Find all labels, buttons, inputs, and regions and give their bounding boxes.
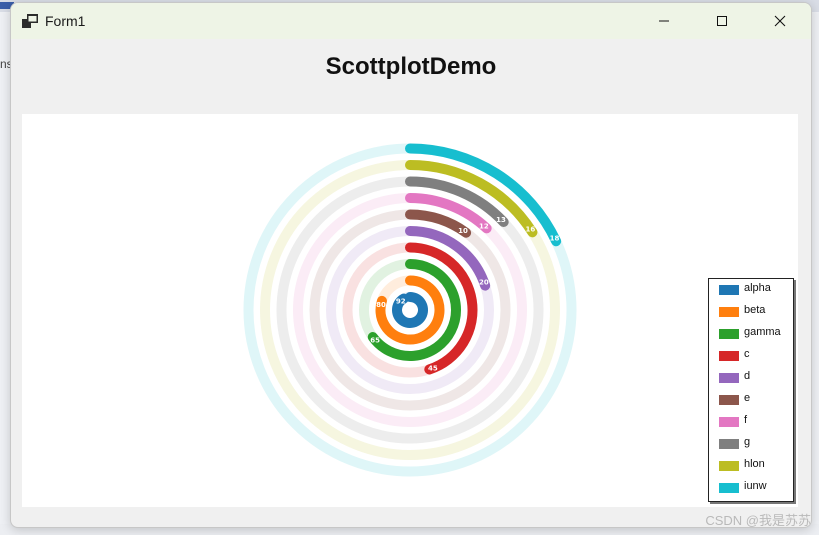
legend-item-hlon: hlon: [709, 455, 793, 477]
legend-label: hlon: [744, 458, 765, 470]
legend-item-g: g: [709, 433, 793, 455]
gauge-value-label-g: 13: [496, 216, 506, 224]
legend-swatch: [719, 417, 739, 427]
legend-swatch: [719, 373, 739, 383]
legend-swatch: [719, 329, 739, 339]
plot-area[interactable]: 92 80 65 45 20 10 12 13 16 18: [22, 114, 798, 507]
legend-item-iunw: iunw: [709, 477, 793, 499]
legend-label: beta: [744, 304, 766, 316]
legend-item-beta: beta: [709, 301, 793, 323]
legend-label: f: [744, 414, 748, 426]
gauge-value-label-iunw: 18: [550, 234, 560, 242]
legend-item-d: d: [709, 367, 793, 389]
legend-label: iunw: [744, 480, 767, 492]
close-icon: [774, 15, 786, 27]
gauge-value-label-e: 10: [458, 227, 468, 235]
gauge-value-label-f: 12: [479, 222, 489, 230]
legend-swatch: [719, 439, 739, 449]
legend-item-alpha: alpha: [709, 279, 793, 301]
app-window-icon: [22, 14, 38, 28]
legend-swatch: [719, 351, 739, 361]
legend-label: c: [744, 348, 750, 360]
legend-item-f: f: [709, 411, 793, 433]
legend-swatch: [719, 483, 739, 493]
legend-item-gamma: gamma: [709, 323, 793, 345]
legend-item-e: e: [709, 389, 793, 411]
close-button[interactable]: [751, 3, 809, 39]
app-window: Form1 ScottplotDemo 92 80 65 45 20 10 12 13 16 18…: [10, 2, 812, 528]
gauge-value-label-c: 45: [428, 365, 438, 373]
legend-swatch: [719, 307, 739, 317]
watermark: CSDN @我是苏苏: [705, 513, 811, 528]
minimize-button[interactable]: [635, 3, 693, 39]
title-bar[interactable]: Form1: [11, 3, 811, 39]
maximize-button[interactable]: [693, 3, 751, 39]
legend-label: d: [744, 370, 751, 382]
legend-label: alpha: [744, 282, 771, 294]
legend-swatch: [719, 395, 739, 405]
legend-item-c: c: [709, 345, 793, 367]
gauge-value-label-beta: 80: [376, 301, 386, 309]
gauge-value-label-hlon: 16: [525, 226, 535, 234]
window-title: Form1: [45, 13, 86, 29]
legend-label: g: [744, 436, 751, 448]
page-title: ScottplotDemo: [325, 53, 497, 80]
chart-legend: alpha beta gamma c d e f g hlon iunw: [708, 278, 794, 502]
gauge-value-label-alpha: 92: [396, 297, 406, 305]
maximize-icon: [717, 16, 727, 26]
legend-label: gamma: [744, 326, 781, 338]
radial-gauge-chart: 92 80 65 45 20 10 12 13 16 18: [243, 143, 577, 477]
legend-label: e: [744, 392, 751, 404]
legend-swatch: [719, 461, 739, 471]
gauge-value-label-gamma: 65: [370, 336, 380, 344]
legend-swatch: [719, 285, 739, 295]
gauge-value-label-d: 20: [479, 279, 489, 287]
minimize-icon: [659, 20, 669, 22]
